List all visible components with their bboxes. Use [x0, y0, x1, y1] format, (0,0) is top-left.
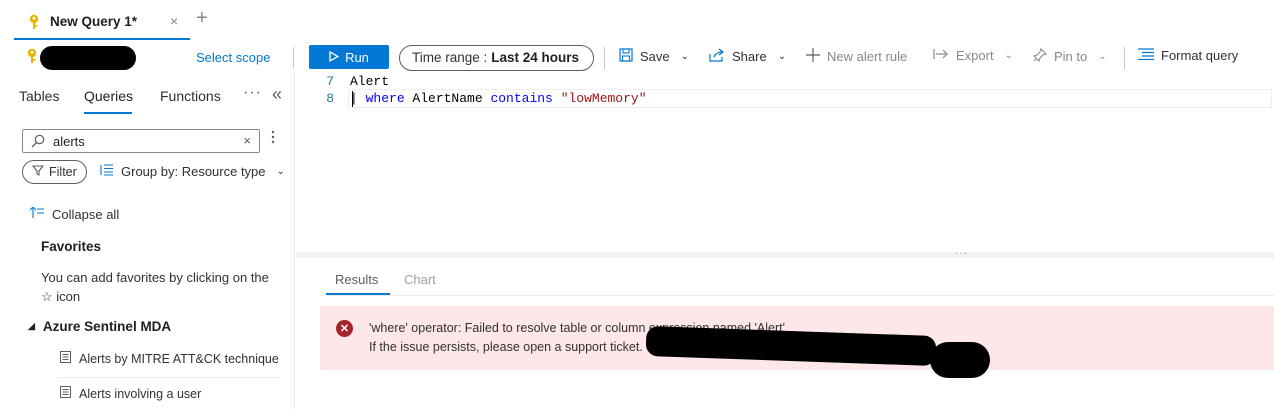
redacted-ticket-id-end [930, 342, 990, 378]
divider [58, 377, 280, 378]
tab-tables[interactable]: Tables [19, 88, 59, 104]
tab-queries[interactable]: Queries [84, 88, 133, 104]
chevron-down-icon: ⌄ [777, 51, 787, 62]
plus-icon [806, 48, 820, 65]
query-label: Alerts involving a user [79, 386, 202, 401]
pane-splitter[interactable] [296, 252, 1274, 258]
play-icon [329, 50, 340, 65]
select-scope-link[interactable]: Select scope [196, 50, 270, 65]
format-query-button[interactable]: Format query [1138, 48, 1238, 63]
new-alert-rule-label: New alert rule [827, 49, 908, 64]
filter-button[interactable]: Filter [22, 160, 87, 184]
divider [1124, 47, 1125, 69]
text-caret [352, 91, 353, 107]
code-keyword: where [365, 91, 405, 106]
chevron-down-icon: ⌄ [276, 166, 285, 177]
tab-results[interactable]: Results [335, 272, 378, 287]
filter-icon [31, 165, 45, 179]
code-string: "lowMemory" [560, 91, 647, 106]
pin-to-button[interactable]: Pin to ⌄ [1032, 47, 1107, 65]
share-label: Share [732, 49, 767, 64]
export-icon [933, 48, 949, 63]
query-label: Alerts by MITRE ATT&CK technique [79, 351, 279, 366]
pin-to-label: Pin to [1054, 49, 1088, 64]
list-item[interactable]: Alerts involving a user [60, 386, 201, 401]
group-by-dropdown[interactable]: Group by: Resource type ⌄ [100, 164, 285, 179]
run-button[interactable]: Run [309, 45, 389, 69]
more-options-icon[interactable] [271, 130, 277, 144]
run-label: Run [345, 49, 369, 65]
new-alert-rule-button[interactable]: New alert rule [806, 48, 907, 65]
time-range-value: Last 24 hours [491, 50, 580, 65]
code-text: AlertName [404, 91, 491, 106]
pin-icon [1032, 47, 1048, 65]
more-icon[interactable]: ··· [243, 84, 262, 102]
key-icon [26, 48, 38, 67]
tab-title: New Query 1* [50, 14, 138, 29]
group-by-label: Group by: Resource type [121, 164, 266, 179]
line-number: 8 [326, 91, 334, 106]
key-icon [28, 14, 40, 33]
time-range-button[interactable]: Time range : Last 24 hours [399, 45, 594, 71]
format-query-label: Format query [1161, 48, 1239, 63]
save-button[interactable]: Save ⌄ [619, 48, 689, 65]
time-range-label: Time range : [412, 50, 488, 65]
query-icon [60, 386, 71, 401]
divider [326, 295, 1274, 296]
divider [604, 47, 605, 69]
drag-handle-icon[interactable]: ··· [955, 248, 968, 259]
query-icon [60, 351, 71, 366]
collapse-all-label: Collapse all [52, 207, 120, 222]
code-line: | where AlertName contains "lowMemory" [350, 91, 647, 106]
group-azure-sentinel-mda[interactable]: ◢ Azure Sentinel MDA [28, 319, 171, 334]
tab-new-query[interactable]: New Query 1* × [14, 4, 190, 40]
close-icon[interactable]: × [170, 13, 178, 29]
share-icon [709, 48, 725, 65]
group-icon [100, 164, 114, 179]
error-support-text: If the issue persists, please open a sup… [369, 340, 643, 354]
group-label: Azure Sentinel MDA [42, 319, 172, 334]
chevron-down-icon: ⌄ [1098, 51, 1107, 62]
format-icon [1138, 48, 1154, 63]
line-number: 7 [326, 74, 334, 89]
redacted-scope-name [40, 46, 136, 70]
search-input[interactable]: alerts × [22, 129, 260, 153]
chevron-down-icon: ⌄ [680, 51, 690, 62]
search-icon [31, 134, 45, 151]
caret-down-icon: ◢ [28, 321, 35, 331]
chevron-down-icon: ⌄ [1004, 50, 1013, 61]
clear-search-icon[interactable]: × [243, 133, 251, 148]
export-label: Export [956, 48, 994, 63]
tab-strip: New Query 1* × + [0, 0, 1274, 40]
filter-label: Filter [49, 165, 77, 179]
code-keyword: contains [490, 91, 553, 106]
export-button[interactable]: Export ⌄ [933, 48, 1013, 63]
code-line: Alert [350, 74, 390, 89]
error-icon: ✕ [336, 320, 353, 337]
favorites-heading: Favorites [41, 239, 102, 254]
tab-functions[interactable]: Functions [160, 88, 221, 104]
favorites-hint: You can add favorites by clicking on the… [41, 270, 269, 304]
save-icon [619, 48, 633, 65]
query-editor[interactable]: 7 Alert 8 | where AlertName contains "lo… [296, 72, 1274, 252]
collapse-all-button[interactable]: Collapse all [29, 206, 120, 222]
save-label: Save [640, 49, 670, 64]
share-button[interactable]: Share ⌄ [709, 48, 786, 65]
list-item[interactable]: Alerts by MITRE ATT&CK technique [60, 351, 279, 366]
divider [293, 47, 294, 69]
collapse-panel-icon[interactable]: « [272, 84, 282, 105]
active-tab-indicator [84, 112, 132, 114]
tab-chart[interactable]: Chart [404, 272, 436, 287]
new-tab-button[interactable]: + [196, 8, 208, 28]
collapse-all-icon [29, 206, 44, 222]
search-value: alerts [53, 134, 85, 149]
